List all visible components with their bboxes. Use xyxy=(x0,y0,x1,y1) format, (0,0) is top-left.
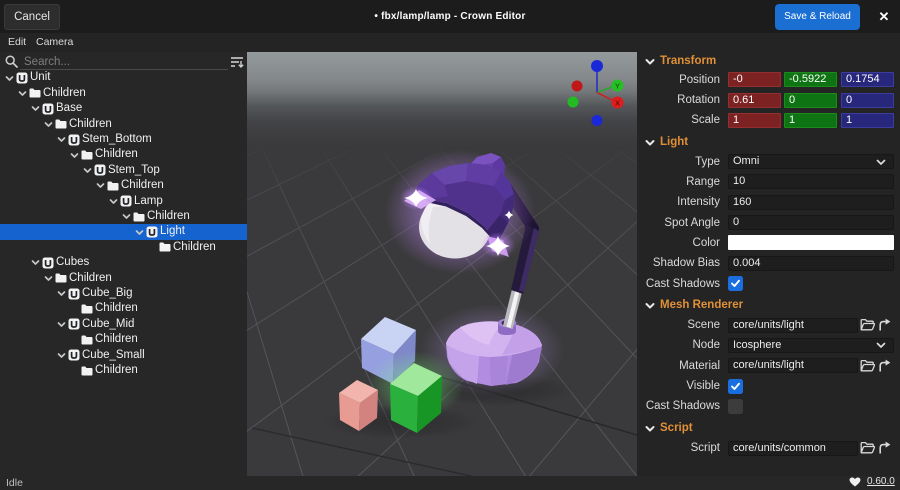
svg-text:X: X xyxy=(615,98,620,107)
svg-text:Y: Y xyxy=(615,81,620,90)
